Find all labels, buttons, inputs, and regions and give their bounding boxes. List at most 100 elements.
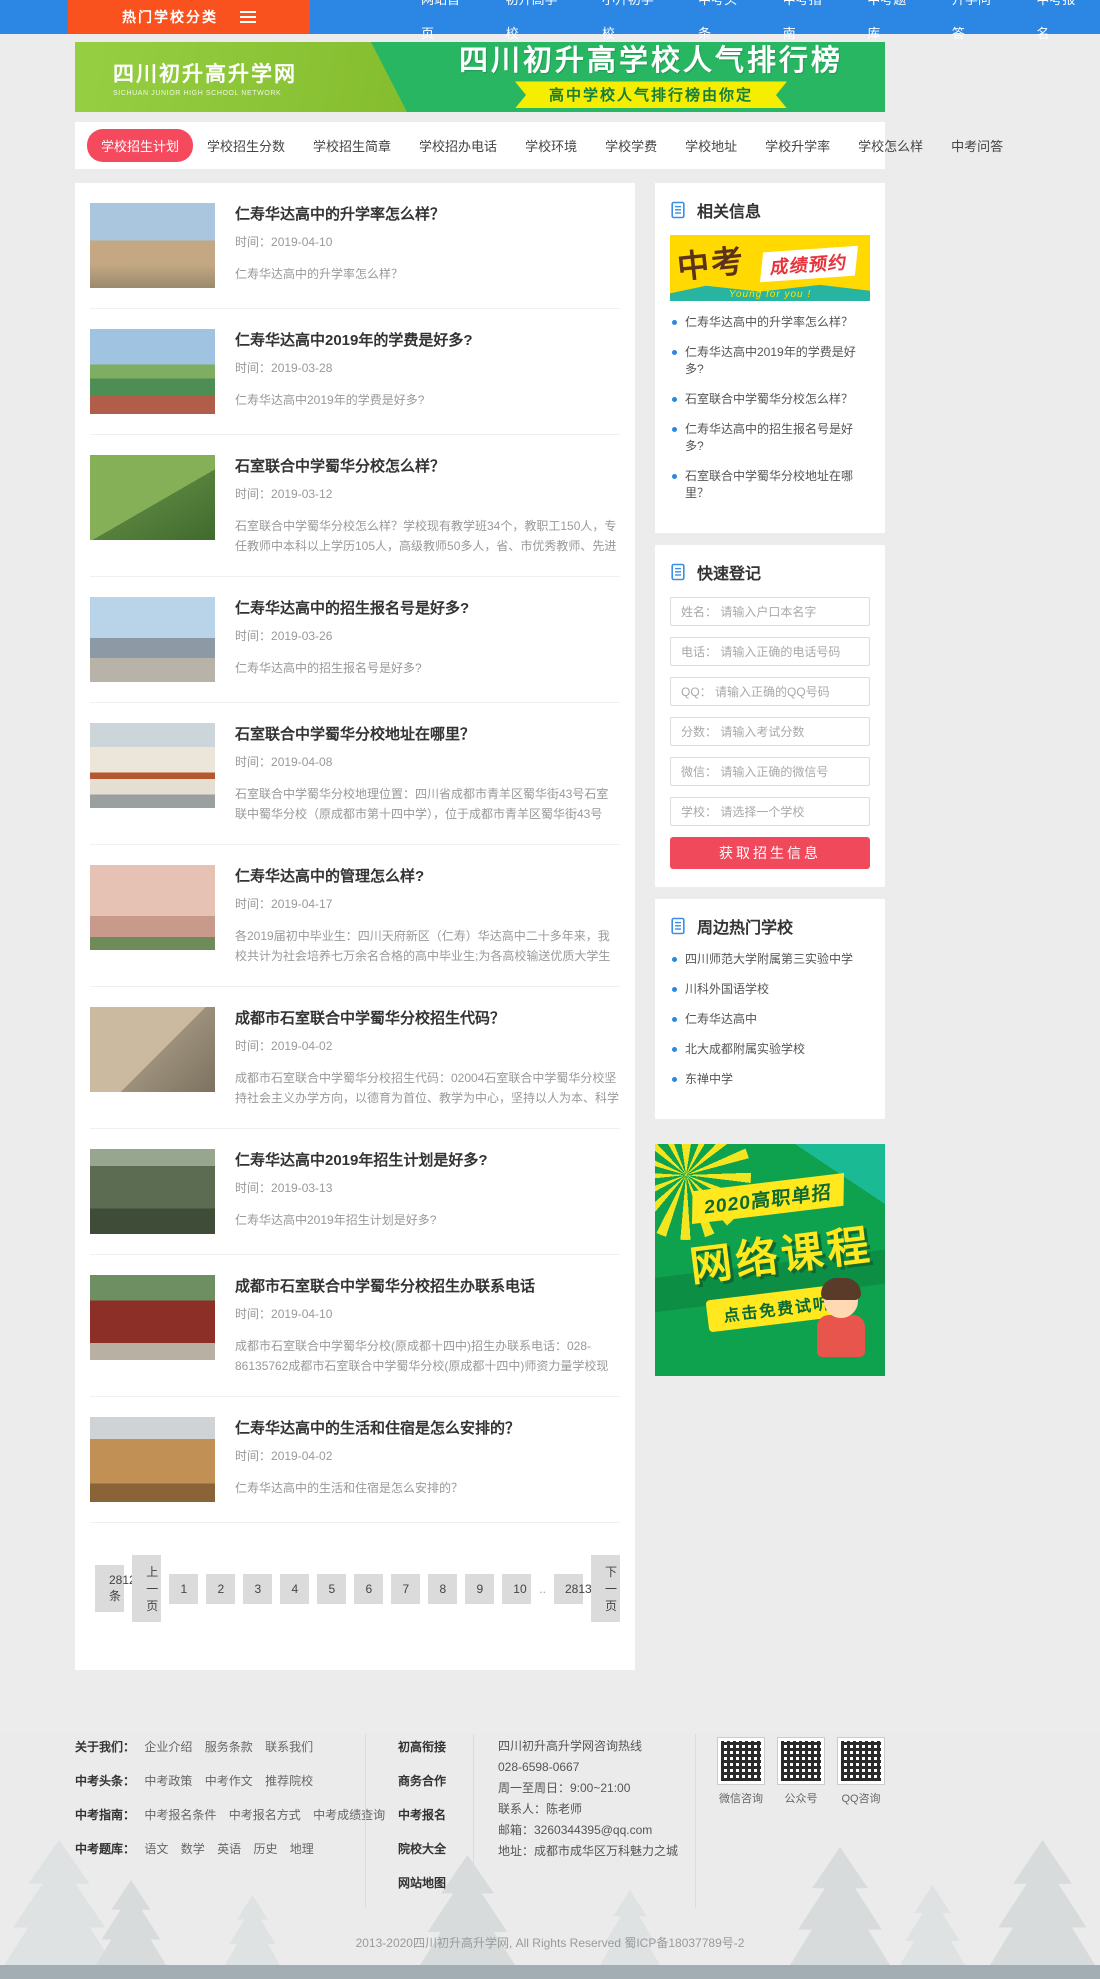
article-title[interactable]: 仁寿华达高中的招生报名号是好多? <box>235 597 620 618</box>
footer-link[interactable]: 中考政策 <box>144 1774 192 1788</box>
footer-link[interactable]: 联系我们 <box>265 1740 313 1754</box>
footer-link[interactable]: 中考作文 <box>205 1774 253 1788</box>
related-link[interactable]: 仁寿华达高中的升学率怎么样？ <box>685 314 853 331</box>
page-button[interactable]: 2 <box>206 1574 235 1604</box>
article-thumbnail[interactable] <box>90 329 215 414</box>
tab-item[interactable]: 学校招生分数 <box>193 129 299 162</box>
page-button[interactable]: 9 <box>465 1574 494 1604</box>
article-title[interactable]: 石室联合中学蜀华分校地址在哪里？ <box>235 723 620 744</box>
related-link[interactable]: 石室联合中学蜀华分校怎么样？ <box>685 391 853 408</box>
article-title[interactable]: 仁寿华达高中2019年的学费是好多? <box>235 329 620 350</box>
school-link-item: 东禅中学 <box>670 1071 870 1088</box>
tab-item[interactable]: 学校升学率 <box>751 129 844 162</box>
article-thumbnail[interactable] <box>90 865 215 950</box>
footer-link[interactable]: 历史 <box>253 1842 277 1856</box>
register-field[interactable] <box>670 677 870 706</box>
nav-link[interactable]: 升学问答 <box>931 0 1016 51</box>
footer-nav-link[interactable]: 初高衔接 <box>398 1738 473 1755</box>
article-row[interactable]: 石室联合中学蜀华分校怎么样？ 时间：2019-03-12 石室联合中学蜀华分校怎… <box>90 435 620 577</box>
footer-link[interactable]: 中考报名条件 <box>144 1808 216 1822</box>
site-logo[interactable]: 四川初升高升学网 SICHUAN JUNIOR HIGH SCHOOL NETW… <box>75 42 407 112</box>
article-row[interactable]: 仁寿华达高中的管理怎么样? 时间：2019-04-17 各2019届初中毕业生：… <box>90 845 620 987</box>
tab-item[interactable]: 学校地址 <box>671 129 751 162</box>
school-link[interactable]: 四川师范大学附属第三实验中学 <box>685 951 853 968</box>
article-thumbnail[interactable] <box>90 1007 215 1092</box>
article-title[interactable]: 仁寿华达高中2019年招生计划是好多? <box>235 1149 620 1170</box>
next-page-button[interactable]: 下一页 <box>591 1555 620 1622</box>
form-icon <box>670 563 688 581</box>
article-thumbnail[interactable] <box>90 1149 215 1234</box>
get-admission-info-button[interactable]: 获取招生信息 <box>670 837 870 869</box>
article-title[interactable]: 仁寿华达高中的升学率怎么样？ <box>235 203 620 224</box>
footer-link[interactable]: 服务条款 <box>205 1740 253 1754</box>
related-link[interactable]: 仁寿华达高中2019年的学费是好多? <box>685 344 870 378</box>
content-area: 仁寿华达高中的升学率怎么样？ 时间：2019-04-10 仁寿华达高中的升学率怎… <box>75 183 885 1670</box>
tab-item[interactable]: 学校怎么样 <box>844 129 937 162</box>
related-link[interactable]: 石室联合中学蜀华分校地址在哪里？ <box>685 468 870 502</box>
footer-nav-link[interactable]: 商务合作 <box>398 1772 473 1789</box>
footer-link[interactable]: 推荐院校 <box>265 1774 313 1788</box>
tab-item[interactable]: 学校环境 <box>511 129 591 162</box>
footer-link[interactable]: 数学 <box>181 1842 205 1856</box>
school-link[interactable]: 北大成都附属实验学校 <box>685 1041 805 1058</box>
page-button[interactable]: 3 <box>243 1574 272 1604</box>
register-field[interactable] <box>670 597 870 626</box>
footer-nav-link[interactable]: 中考报名 <box>398 1806 473 1823</box>
article-thumbnail[interactable] <box>90 1275 215 1360</box>
footer-link[interactable]: 语文 <box>144 1842 168 1856</box>
register-field[interactable] <box>670 637 870 666</box>
article-row[interactable]: 仁寿华达高中的生活和住宿是怎么安排的？ 时间：2019-04-02 仁寿华达高中… <box>90 1397 620 1523</box>
article-row[interactable]: 石室联合中学蜀华分校地址在哪里？ 时间：2019-04-08 石室联合中学蜀华分… <box>90 703 620 845</box>
article-row[interactable]: 仁寿华达高中的升学率怎么样？ 时间：2019-04-10 仁寿华达高中的升学率怎… <box>90 183 620 309</box>
footer-nav-link[interactable]: 院校大全 <box>398 1840 473 1857</box>
footer-link[interactable]: 英语 <box>217 1842 241 1856</box>
article-row[interactable]: 仁寿华达高中的招生报名号是好多? 时间：2019-03-26 仁寿华达高中的招生… <box>90 577 620 703</box>
footer-link[interactable]: 企业介绍 <box>144 1740 192 1754</box>
article-title[interactable]: 成都市石室联合中学蜀华分校招生办联系电话 <box>235 1275 620 1296</box>
tab-item[interactable]: 学校招办电话 <box>405 129 511 162</box>
related-link[interactable]: 仁寿华达高中的招生报名号是好多? <box>685 421 870 455</box>
school-link[interactable]: 川科外国语学校 <box>685 981 769 998</box>
article-thumbnail[interactable] <box>90 597 215 682</box>
page-button[interactable]: 7 <box>391 1574 420 1604</box>
article-title[interactable]: 成都市石室联合中学蜀华分校招生代码？ <box>235 1007 620 1028</box>
footer-nav-link[interactable]: 网站地图 <box>398 1874 473 1891</box>
article-row[interactable]: 成都市石室联合中学蜀华分校招生办联系电话 时间：2019-04-10 成都市石室… <box>90 1255 620 1397</box>
school-link[interactable]: 仁寿华达高中 <box>685 1011 757 1028</box>
hamburger-menu-icon[interactable] <box>240 11 256 23</box>
article-thumbnail[interactable] <box>90 1417 215 1502</box>
register-field[interactable] <box>670 757 870 786</box>
article-thumbnail[interactable] <box>90 203 215 288</box>
article-thumbnail[interactable] <box>90 455 215 540</box>
time-prefix: 时间： <box>235 487 271 501</box>
prev-page-button[interactable]: 上一页 <box>132 1555 161 1622</box>
article-title[interactable]: 仁寿华达高中的生活和住宿是怎么安排的？ <box>235 1417 620 1438</box>
article-thumbnail[interactable] <box>90 723 215 808</box>
exam-score-promo-banner[interactable]: 中考 成绩预约 Young for you ! <box>670 235 870 301</box>
school-link[interactable]: 东禅中学 <box>685 1071 733 1088</box>
page-button[interactable]: 1 <box>169 1574 198 1604</box>
tab-item[interactable]: 学校学费 <box>591 129 671 162</box>
hot-categories-button[interactable]: 热门学校分类 <box>68 0 310 34</box>
article-title[interactable]: 石室联合中学蜀华分校怎么样？ <box>235 455 620 476</box>
online-course-ad[interactable]: 2020高职单招 网络课程 点击免费试听 <box>655 1144 885 1376</box>
nav-link[interactable]: 中考报名 <box>1015 0 1100 51</box>
footer-link[interactable]: 地理 <box>290 1842 314 1856</box>
article-row[interactable]: 仁寿华达高中2019年招生计划是好多? 时间：2019-03-13 仁寿华达高中… <box>90 1129 620 1255</box>
page-button[interactable]: 5 <box>317 1574 346 1604</box>
register-field[interactable] <box>670 717 870 746</box>
qr-code <box>778 1738 824 1784</box>
page-button[interactable]: 4 <box>280 1574 309 1604</box>
tab-item[interactable]: 学校招生计划 <box>87 129 193 162</box>
page-button[interactable]: 10 <box>502 1574 531 1604</box>
register-field[interactable] <box>670 797 870 826</box>
footer-link[interactable]: 中考报名方式 <box>229 1808 301 1822</box>
page-button[interactable]: 8 <box>428 1574 457 1604</box>
last-page-button[interactable]: 2813 <box>554 1574 583 1604</box>
page-button[interactable]: 6 <box>354 1574 383 1604</box>
article-row[interactable]: 仁寿华达高中2019年的学费是好多? 时间：2019-03-28 仁寿华达高中2… <box>90 309 620 435</box>
article-title[interactable]: 仁寿华达高中的管理怎么样? <box>235 865 620 886</box>
tab-item[interactable]: 学校招生简章 <box>299 129 405 162</box>
tab-item[interactable]: 中考问答 <box>937 129 1017 162</box>
article-row[interactable]: 成都市石室联合中学蜀华分校招生代码？ 时间：2019-04-02 成都市石室联合… <box>90 987 620 1129</box>
